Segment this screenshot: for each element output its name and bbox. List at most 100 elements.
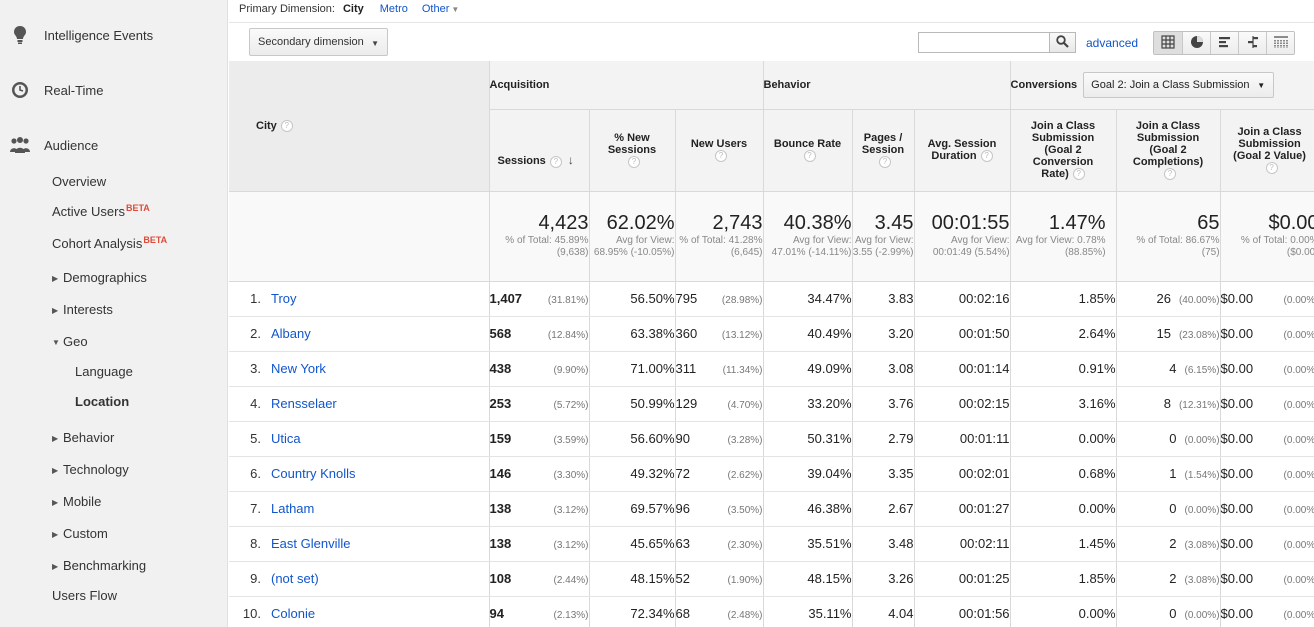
goal-value-percent: (0.00%) bbox=[1283, 470, 1314, 481]
city-link[interactable]: Colonie bbox=[271, 606, 315, 621]
new-sessions-cell: 49.32% bbox=[589, 456, 676, 492]
city-link[interactable]: Latham bbox=[271, 501, 314, 516]
new-users-value: 52 bbox=[675, 571, 690, 586]
completions-column-header[interactable]: Join a Class Submission (Goal 2 Completi… bbox=[1116, 109, 1221, 192]
conversions-group-label: Conversions bbox=[1010, 78, 1078, 91]
table-row: 2. Albany 568 (12.84%) 63.38% 360 (13.12%) 40.4… bbox=[229, 316, 1314, 352]
goal-value-value: $0.00 bbox=[1220, 431, 1254, 446]
new-users-cell: 52 (1.90%) bbox=[675, 561, 764, 597]
help-icon[interactable]: ? bbox=[980, 150, 993, 163]
completions-percent: (6.15%) bbox=[1184, 365, 1220, 376]
city-link[interactable]: New York bbox=[271, 361, 326, 376]
pivot-view-button[interactable] bbox=[1266, 32, 1294, 54]
search-button[interactable] bbox=[1050, 32, 1076, 53]
divider bbox=[229, 22, 1314, 23]
city-link[interactable]: Utica bbox=[271, 431, 301, 446]
secondary-dimension-dropdown[interactable]: Secondary dimension ▼ bbox=[249, 28, 388, 56]
nav-benchmarking[interactable]: ▶ Benchmarking bbox=[52, 557, 146, 575]
city-link[interactable]: Troy bbox=[271, 291, 297, 306]
table-view-button[interactable] bbox=[1154, 32, 1182, 54]
help-icon[interactable]: ? bbox=[280, 119, 293, 132]
new-users-column-header[interactable]: New Users? bbox=[675, 109, 764, 192]
nav-language[interactable]: Language bbox=[75, 363, 133, 381]
pages-session-header-label: Pages / Session bbox=[861, 131, 905, 156]
pie-view-button[interactable] bbox=[1182, 32, 1210, 54]
conversion-rate-cell: 3.16% bbox=[1010, 386, 1117, 422]
city-link[interactable]: Country Knolls bbox=[271, 466, 356, 481]
nav-audience[interactable]: Audience bbox=[0, 130, 228, 160]
nav-real-time[interactable]: Real-Time bbox=[0, 75, 228, 105]
bounce-rate-column-header[interactable]: Bounce Rate? bbox=[763, 109, 853, 192]
nav-active-users[interactable]: Active UsersBETA bbox=[52, 203, 150, 221]
goal-value-percent: (0.00%) bbox=[1283, 295, 1314, 306]
goal-value-column-header[interactable]: Join a Class Submission (Goal 2 Value)? bbox=[1220, 109, 1314, 192]
sort-desc-icon[interactable]: ↓ bbox=[568, 153, 574, 167]
primary-dimension-metro[interactable]: Metro bbox=[380, 3, 408, 15]
nav-overview[interactable]: Overview bbox=[52, 173, 106, 191]
performance-view-button[interactable] bbox=[1210, 32, 1238, 54]
table-row: 4. Rensselaer 253 (5.72%) 50.99% 129 (4.70%) 33… bbox=[229, 386, 1314, 422]
conversion-rate-cell: 0.00% bbox=[1010, 491, 1117, 527]
nav-technology[interactable]: ▶ Technology bbox=[52, 461, 129, 479]
sessions-cell: 438 (9.90%) bbox=[489, 351, 590, 387]
conversion-rate-column-header[interactable]: Join a Class Submission (Goal 2 Conversi… bbox=[1010, 109, 1117, 192]
city-link[interactable]: Rensselaer bbox=[271, 396, 337, 411]
primary-dimension-other[interactable]: Other ▼ bbox=[422, 3, 459, 15]
goal-value-cell: $0.00 (0.00%) bbox=[1220, 596, 1314, 627]
nav-behavior[interactable]: ▶ Behavior bbox=[52, 429, 114, 447]
help-icon[interactable]: ? bbox=[1072, 168, 1085, 181]
city-link[interactable]: East Glenville bbox=[271, 536, 350, 551]
new-users-value: 72 bbox=[675, 466, 690, 481]
new-users-percent: (3.28%) bbox=[727, 435, 763, 446]
goal-dropdown[interactable]: Goal 2: Join a Class Submission ▼ bbox=[1083, 71, 1275, 98]
help-icon[interactable]: ? bbox=[879, 156, 891, 169]
advanced-filter-link[interactable]: advanced bbox=[1086, 36, 1138, 50]
avg-duration-cell: 00:01:14 bbox=[914, 351, 1011, 387]
new-users-cell: 96 (3.50%) bbox=[675, 491, 764, 527]
avg-duration-cell: 00:01:50 bbox=[914, 316, 1011, 352]
sessions-percent: (3.30%) bbox=[553, 470, 589, 481]
table-search-input[interactable] bbox=[918, 32, 1050, 53]
goal-dropdown-label: Goal 2: Join a Class Submission bbox=[1091, 78, 1250, 91]
help-icon[interactable]: ? bbox=[1164, 168, 1177, 181]
new-sessions-column-header[interactable]: % New Sessions? bbox=[589, 109, 676, 192]
comparison-view-button[interactable] bbox=[1238, 32, 1266, 54]
nav-location[interactable]: Location bbox=[75, 393, 129, 411]
primary-dimension-city[interactable]: City bbox=[343, 3, 364, 15]
pages-session-cell: 3.20 bbox=[852, 316, 915, 352]
nav-real-time-label: Real-Time bbox=[44, 82, 104, 98]
city-link[interactable]: Albany bbox=[271, 326, 311, 341]
expand-triangle-icon: ▶ bbox=[52, 530, 59, 539]
total-avg-duration-sub: Avg for View: 00:01:49 (5.54%) bbox=[932, 235, 1010, 258]
help-icon[interactable]: ? bbox=[803, 150, 816, 163]
nav-benchmarking-label: Benchmarking bbox=[63, 558, 147, 573]
city-header-label: City bbox=[256, 119, 277, 132]
nav-custom[interactable]: ▶ Custom bbox=[52, 525, 108, 543]
goal-value-value: $0.00 bbox=[1220, 466, 1254, 481]
help-icon[interactable]: ? bbox=[628, 156, 640, 169]
primary-dimension-other-label: Other bbox=[421, 3, 450, 15]
pages-session-column-header[interactable]: Pages / Session? bbox=[852, 109, 915, 192]
nav-mobile[interactable]: ▶ Mobile bbox=[52, 493, 101, 511]
sessions-value: 568 bbox=[489, 326, 512, 341]
goal-value-cell: $0.00 (0.00%) bbox=[1220, 421, 1314, 457]
nav-geo[interactable]: ▼ Geo bbox=[52, 333, 88, 351]
nav-cohort-analysis[interactable]: Cohort AnalysisBETA bbox=[52, 235, 167, 253]
avg-duration-column-header[interactable]: Avg. Session Duration? bbox=[914, 109, 1011, 192]
nav-users-flow[interactable]: Users Flow bbox=[52, 587, 117, 605]
goal-value-percent: (0.00%) bbox=[1283, 435, 1314, 446]
help-icon[interactable]: ? bbox=[549, 155, 562, 168]
city-column-header[interactable]: City? bbox=[229, 61, 490, 192]
sessions-column-header[interactable]: Sessions? ↓ bbox=[489, 109, 590, 192]
nav-intelligence-events[interactable]: Intelligence Events bbox=[0, 20, 228, 50]
goal-value-value: $0.00 bbox=[1220, 326, 1254, 341]
nav-interests[interactable]: ▶ Interests bbox=[52, 301, 113, 319]
city-link[interactable]: (not set) bbox=[271, 571, 319, 586]
sessions-value: 1,407 bbox=[489, 291, 523, 306]
help-icon[interactable]: ? bbox=[715, 150, 727, 163]
pivot-icon bbox=[1273, 35, 1289, 52]
nav-demographics[interactable]: ▶ Demographics bbox=[52, 269, 147, 287]
table-row: 9. (not set) 108 (2.44%) 48.15% 52 (1.90%) 48.1… bbox=[229, 561, 1314, 597]
new-users-cell: 63 (2.30%) bbox=[675, 526, 764, 562]
help-icon[interactable]: ? bbox=[1265, 162, 1278, 175]
